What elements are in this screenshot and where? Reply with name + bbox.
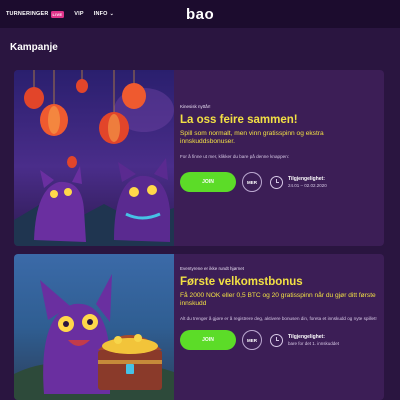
promotion-card: Kinesisk nyttår! La oss feire sammen! Sp… — [14, 70, 384, 246]
promotion-card: Eventyrene er ikke rundt hjørnet Første … — [14, 254, 384, 400]
nav-item-vip[interactable]: VIP — [74, 11, 83, 17]
promotion-actions: JOIN MER Tilgjengelighet: bare for det 1… — [180, 330, 378, 351]
nav-item-info[interactable]: INFO ⌄ — [94, 11, 114, 17]
availability-info: Tilgjengelighet: bare for det 1. innskud… — [288, 334, 339, 346]
nav-item-label: INFO — [93, 11, 108, 17]
nav-item-tournaments[interactable]: TURNERINGER LIVE — [6, 10, 65, 18]
promotion-description: Få 2000 NOK eller 0,5 BTC og 20 gratissp… — [180, 291, 376, 307]
promotion-actions: JOIN MER Tilgjengelighet: 24.01 – 02.02.… — [180, 172, 378, 193]
promotion-content: Eventyrene er ikke rundt hjørnet Første … — [180, 266, 378, 351]
promotion-headline: La oss feire sammen! — [180, 114, 298, 126]
nav-item-label: TURNERINGER — [6, 11, 49, 17]
top-navigation-bar: TURNERINGER LIVE VIP INFO ⌄ bao — [0, 0, 400, 28]
more-button[interactable]: MER — [242, 172, 262, 193]
clock-icon — [270, 333, 283, 347]
promotion-content: Kinesisk nyttår! La oss feire sammen! Sp… — [180, 104, 378, 193]
promotion-description: Spill som normalt, men vinn gratisspinn … — [180, 129, 324, 145]
availability-value: 24.01 – 02.02.2020 — [288, 183, 327, 189]
join-button[interactable]: JOIN — [180, 172, 236, 193]
availability-label: Tilgjengelighet: — [288, 334, 325, 341]
clock-icon — [270, 175, 283, 189]
site-logo[interactable]: bao — [186, 6, 214, 23]
availability-info: Tilgjengelighet: 24.01 – 02.02.2020 — [288, 176, 327, 188]
cat-treasure-chest-illustration — [14, 274, 174, 400]
join-button[interactable]: JOIN — [180, 330, 236, 351]
chinese-lanterns-cats-illustration — [14, 70, 174, 246]
availability-label: Tilgjengelighet: — [288, 176, 325, 183]
promotion-headline: Første velkomstbonus — [180, 276, 303, 288]
promotion-eyebrow: Eventyrene er ikke rundt hjørnet — [180, 266, 245, 271]
promotion-eyebrow: Kinesisk nyttår! — [180, 104, 211, 109]
more-button[interactable]: MER — [242, 330, 262, 351]
promotion-small-text: For å finne ut mer, klikker du bare på d… — [180, 154, 290, 160]
promotion-image-treasure — [14, 254, 174, 400]
availability-value: bare for det 1. innskuddet — [288, 341, 340, 347]
promotion-small-text: Alt du trenger å gjøre er å registrere d… — [180, 316, 377, 322]
nav-item-label: VIP — [74, 11, 84, 17]
page-title: Kampanje — [10, 42, 58, 53]
promotion-image-lanterns — [14, 70, 174, 246]
chevron-down-icon: ⌄ — [109, 11, 115, 17]
live-badge: LIVE — [50, 10, 65, 18]
